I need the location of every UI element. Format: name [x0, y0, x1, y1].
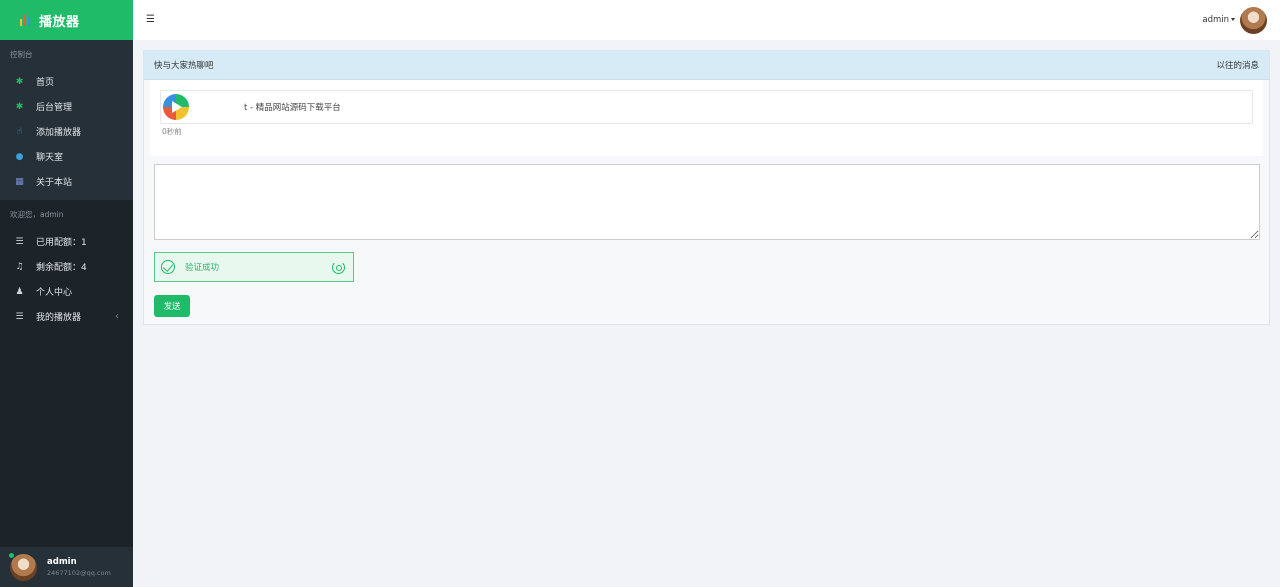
refresh-icon[interactable]: [332, 261, 345, 274]
sidebar-item-home[interactable]: ✱ 首页: [0, 69, 133, 94]
sidebar-item-label: 后台管理: [36, 103, 73, 113]
play-logo-icon: [163, 94, 189, 120]
user-email: 24677102@qq.com: [47, 569, 111, 577]
sidebar-item-label: 我的播放器: [36, 313, 82, 323]
online-status-icon: [9, 552, 14, 558]
sidebar-item-chatroom[interactable]: ● 聊天室: [0, 144, 133, 169]
history-link[interactable]: 以往的消息: [1216, 59, 1259, 71]
menu-toggle-icon[interactable]: ☰: [146, 14, 157, 25]
chevron-left-icon: ‹: [115, 311, 119, 322]
music-icon: ♫: [15, 261, 24, 272]
message-text: t - 精品网站源码下载平台: [244, 103, 341, 113]
sidebar-item-profile[interactable]: ♟ 个人中心: [0, 279, 133, 304]
chat-icon: ●: [15, 151, 24, 162]
sidebar-item-add-player[interactable]: ☝ 添加播放器: [0, 119, 133, 144]
sidebar-item-label: 已用配额：1: [36, 238, 87, 248]
send-button[interactable]: 发送: [154, 295, 190, 317]
check-circle-icon: [161, 260, 175, 274]
user-icon: ♟: [15, 286, 24, 297]
sidebar-heading: 控制台: [10, 50, 33, 59]
message-time: 0秒前: [162, 127, 182, 136]
avatar[interactable]: [1240, 7, 1267, 34]
sidebar-item-used-quota[interactable]: ☰ 已用配额：1: [0, 229, 133, 254]
sidebar: 播放器 控制台 ✱ 首页 ✱ 后台管理 ☝ 添加播放器 ● 聊天室 ▦ 关于本站: [0, 0, 133, 587]
chat-panel: 快与大家热聊吧 以往的消息 t - 精品网站源码下载平台 0秒前 验证成功 发送: [143, 50, 1270, 325]
list-icon: ☰: [15, 311, 24, 322]
sidebar-user-footer[interactable]: admin 24677102@qq.com: [0, 547, 133, 587]
admin-dropdown[interactable]: admin: [1202, 15, 1235, 25]
chat-title: 快与大家热聊吧: [154, 61, 214, 71]
message-bubble: t - 精品网站源码下载平台: [160, 90, 1253, 124]
sidebar-section-console: 控制台 ✱ 首页 ✱ 后台管理 ☝ 添加播放器 ● 聊天室 ▦ 关于本站: [0, 40, 133, 200]
grid-icon: ▦: [15, 176, 24, 187]
caret-down-icon: [1231, 18, 1235, 21]
admin-dropdown-label: admin: [1202, 15, 1229, 25]
thumbs-up-icon: ☝: [16, 126, 23, 137]
sidebar-item-label: 首页: [36, 78, 55, 88]
topbar: ☰ admin: [133, 0, 1280, 40]
user-name: admin: [47, 557, 77, 567]
sidebar-item-label: 聊天室: [36, 153, 64, 163]
brand-logo-icon: [20, 14, 30, 26]
sidebar-item-admin[interactable]: ✱ 后台管理: [0, 94, 133, 119]
gear-icon: ✱: [15, 76, 24, 87]
captcha-widget[interactable]: 验证成功: [154, 252, 354, 282]
list-icon: ☰: [15, 236, 24, 247]
avatar: [9, 552, 37, 581]
sidebar-item-remaining-quota[interactable]: ♫ 剩余配额：4: [0, 254, 133, 279]
gear-icon: ✱: [15, 101, 24, 112]
sidebar-item-about[interactable]: ▦ 关于本站: [0, 169, 133, 194]
message-input[interactable]: [154, 164, 1260, 240]
captcha-status: 验证成功: [185, 263, 220, 273]
brand-title: 播放器: [39, 14, 80, 30]
sidebar-welcome: 欢迎您，admin: [10, 210, 64, 219]
sidebar-item-label: 添加播放器: [36, 128, 82, 138]
brand[interactable]: 播放器: [0, 0, 133, 40]
sidebar-section-user: 欢迎您，admin ☰ 已用配额：1 ♫ 剩余配额：4 ♟ 个人中心 ☰ 我的播…: [0, 200, 133, 329]
chat-panel-header: 快与大家热聊吧 以往的消息: [144, 51, 1269, 80]
sidebar-item-label: 剩余配额：4: [36, 263, 87, 273]
sidebar-item-my-players[interactable]: ☰ 我的播放器 ‹: [0, 304, 133, 329]
sidebar-item-label: 关于本站: [36, 178, 73, 188]
message-list: t - 精品网站源码下载平台 0秒前: [150, 80, 1263, 156]
sidebar-item-label: 个人中心: [36, 288, 73, 298]
